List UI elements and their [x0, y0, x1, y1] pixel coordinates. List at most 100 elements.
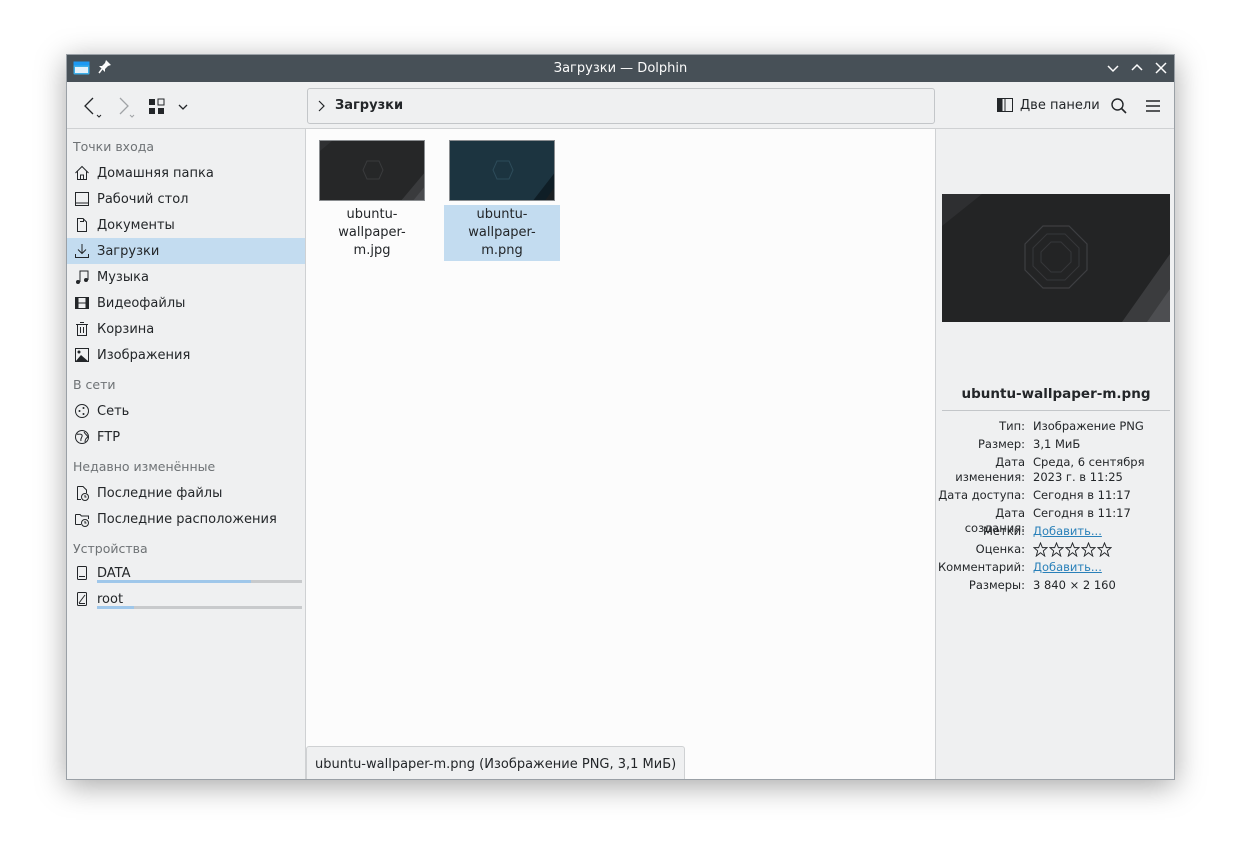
status-bar: ubuntu-wallpaper-m.png (Изображение PNG,… [306, 746, 686, 779]
meta-row-tags: Метки: Добавить... [936, 524, 1174, 539]
places-panel: Точки входа Домашняя папка Рабочий стол … [67, 129, 306, 779]
search-button[interactable] [1107, 94, 1131, 118]
meta-key: Дата изменения: [955, 455, 1025, 484]
dolphin-window: Загрузки — Dolphin Загрузки Две панели Т… [66, 54, 1175, 780]
meta-row-comment: Комментарий: Добавить... [936, 560, 1174, 575]
meta-row-modified: Дата изменения: Среда, 6 сентября 2023 г… [936, 455, 1174, 485]
place-videos[interactable]: Видеофайлы [67, 290, 305, 316]
drive-icon [73, 564, 91, 582]
star-icon[interactable] [1081, 542, 1096, 557]
place-label: Корзина [97, 321, 155, 337]
place-desktop[interactable]: Рабочий стол [67, 186, 305, 212]
home-icon [73, 164, 91, 182]
back-button[interactable] [79, 94, 105, 120]
group-title-devices: Устройства [73, 541, 148, 556]
place-trash[interactable]: Корзина [67, 316, 305, 342]
main-toolbar: Загрузки Две панели [67, 82, 1174, 129]
place-label: Последние файлы [97, 485, 223, 501]
meta-value: 3 840 × 2 160 [1033, 578, 1116, 592]
group-title-places: Точки входа [73, 139, 155, 154]
rating-stars[interactable] [1033, 542, 1168, 557]
place-label: root [97, 591, 124, 607]
info-filename: ubuntu-wallpaper-m.png [961, 386, 1151, 402]
icons-view-icon [149, 98, 188, 114]
place-label: Сеть [97, 403, 130, 419]
split-view-label: Две панели [1020, 97, 1100, 113]
star-icon[interactable] [1033, 542, 1048, 557]
network-icon [73, 402, 91, 420]
search-icon [1111, 98, 1127, 114]
documents-icon [73, 216, 91, 234]
place-label: Музыка [97, 269, 149, 285]
add-tags-link[interactable]: Добавить... [1033, 524, 1168, 539]
meta-row-size: Размер: 3,1 МиБ [936, 437, 1174, 452]
place-home[interactable]: Домашняя папка [67, 160, 305, 186]
chevron-right-icon[interactable] [316, 99, 328, 113]
meta-value: 3,1 МиБ [1033, 437, 1081, 451]
place-downloads[interactable]: Загрузки [67, 238, 305, 264]
meta-row-dimensions: Размеры: 3 840 × 2 160 [936, 578, 1174, 593]
capacity-bar-data [97, 580, 302, 583]
meta-value: Среда, 6 сентября 2023 г. в 11:25 [1033, 455, 1145, 484]
meta-key: Размеры: [968, 578, 1025, 592]
maximize-icon[interactable] [1128, 59, 1146, 77]
add-comment-link[interactable]: Добавить... [1033, 560, 1168, 575]
minimize-icon[interactable] [1104, 59, 1122, 77]
view-mode-button[interactable] [147, 94, 191, 120]
place-network[interactable]: Сеть [67, 398, 305, 424]
music-icon [73, 268, 91, 286]
place-music[interactable]: Музыка [67, 264, 305, 290]
file-name: ubuntu-wallpaper-m.jpg [338, 207, 406, 258]
star-icon[interactable] [1097, 542, 1112, 557]
image-preview [942, 194, 1170, 322]
place-ftp[interactable]: FTP [67, 424, 305, 450]
meta-value: Сегодня в 11:17 [1033, 488, 1131, 502]
menu-button[interactable] [1141, 94, 1165, 118]
place-label: Документы [97, 217, 175, 233]
file-item[interactable]: ubuntu-wallpaper-m.jpg [314, 140, 430, 261]
location-bar[interactable]: Загрузки [307, 88, 935, 124]
file-thumbnail [319, 140, 425, 201]
desktop-icon [73, 190, 91, 208]
split-view-button[interactable]: Две панели [996, 92, 1100, 118]
star-icon[interactable] [1065, 542, 1080, 557]
split-panels-icon [997, 98, 1013, 112]
group-title-network: В сети [73, 377, 116, 392]
pictures-icon [73, 346, 91, 364]
meta-key: Оценка: [975, 542, 1025, 556]
title-bar[interactable]: Загрузки — Dolphin [67, 55, 1174, 82]
video-icon [73, 294, 91, 312]
downloads-icon [73, 242, 91, 260]
place-pictures[interactable]: Изображения [67, 342, 305, 368]
breadcrumb[interactable]: Загрузки [335, 98, 403, 113]
meta-key: Тип: [999, 419, 1025, 433]
place-label: Рабочий стол [97, 191, 189, 207]
meta-key: Комментарий: [937, 560, 1025, 574]
file-view[interactable]: ubuntu-wallpaper-m.jpg ubuntu-wallpaper-… [306, 129, 935, 779]
place-documents[interactable]: Документы [67, 212, 305, 238]
meta-value: Изображение PNG [1033, 419, 1144, 433]
place-recent-files[interactable]: Последние файлы [67, 480, 305, 506]
hamburger-menu-icon [1146, 100, 1160, 112]
capacity-bar-root [97, 606, 302, 609]
file-name: ubuntu-wallpaper-m.png [444, 205, 560, 261]
window-title: Загрузки — Dolphin [553, 61, 688, 76]
close-icon[interactable] [1152, 59, 1170, 77]
place-label: DATA [97, 565, 131, 581]
forward-button[interactable] [112, 94, 138, 120]
meta-key: Дата доступа: [938, 488, 1025, 502]
recent-locations-icon [73, 510, 91, 528]
file-item-selected[interactable]: ubuntu-wallpaper-m.png [444, 140, 560, 261]
meta-row-rating: Оценка: [936, 542, 1174, 557]
place-label: Последние расположения [97, 511, 277, 527]
meta-key: Метки: [983, 524, 1025, 538]
place-label: Домашняя папка [97, 165, 214, 181]
place-recent-locations[interactable]: Последние расположения [67, 506, 305, 532]
place-label: Загрузки [97, 243, 160, 259]
information-panel: ubuntu-wallpaper-m.png Тип: Изображение … [935, 129, 1174, 779]
star-icon[interactable] [1049, 542, 1064, 557]
place-label: Изображения [97, 347, 191, 363]
file-thumbnail [449, 140, 555, 201]
place-label: Видеофайлы [97, 295, 186, 311]
place-label: FTP [97, 429, 121, 445]
